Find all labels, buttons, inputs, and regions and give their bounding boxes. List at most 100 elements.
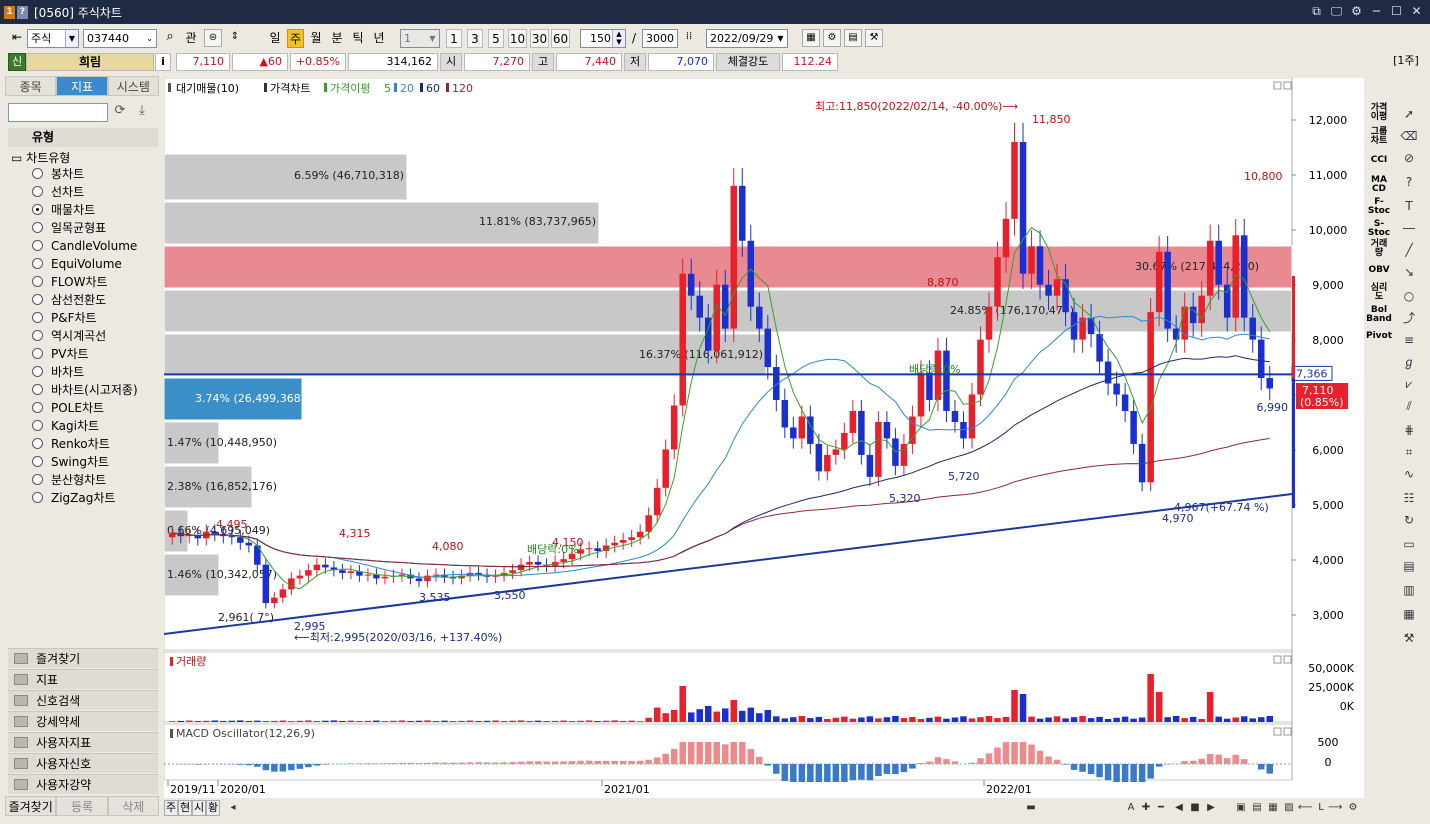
screen-icon[interactable]: 🖵 xyxy=(1329,3,1344,19)
panel-control-icon[interactable] xyxy=(1283,727,1292,736)
save-icon[interactable]: ▤ xyxy=(844,29,862,47)
shortcut-volume[interactable]: 거래 량 xyxy=(1366,240,1392,258)
wave-icon[interactable]: ∿ xyxy=(1398,464,1420,484)
chart-area[interactable]: 6.59% (46,710,318) 11.81% (83,737,965) 30.… xyxy=(163,77,1364,798)
indicator-group[interactable]: 사용자강약 xyxy=(8,774,158,794)
wrench-icon[interactable]: ⚒ xyxy=(1398,628,1420,648)
config-icon[interactable]: ⚙ xyxy=(823,29,841,47)
radio-icon[interactable] xyxy=(32,168,43,179)
chart-type-option[interactable]: ZigZag차트 xyxy=(32,490,115,507)
move-right-icon[interactable]: ⟶ xyxy=(1328,801,1342,815)
indicator-group[interactable]: 사용자지표 xyxy=(8,732,158,752)
cursor-icon[interactable]: ➚ xyxy=(1398,104,1420,124)
bottom-tab[interactable]: 주 xyxy=(164,800,178,816)
panel-control-icon[interactable] xyxy=(1273,81,1282,90)
delete-button[interactable]: 삭제 xyxy=(107,796,159,816)
related-button[interactable]: 관 xyxy=(182,29,200,48)
radio-icon[interactable] xyxy=(32,438,43,449)
prev-icon[interactable]: ◀ xyxy=(1172,801,1186,815)
chart-type-option[interactable]: EquiVolume xyxy=(32,256,122,273)
panel-control-icon[interactable] xyxy=(1283,81,1292,90)
radio-icon[interactable] xyxy=(32,204,43,215)
scroll-left-icon[interactable]: ◂ xyxy=(226,801,240,815)
chart-type-option[interactable]: 매물차트 xyxy=(32,202,95,219)
info-icon[interactable]: i xyxy=(155,53,171,71)
eraser-icon[interactable]: ⌫ xyxy=(1398,126,1420,146)
maximize-button[interactable]: ☐ xyxy=(1389,3,1404,19)
chart-type-option[interactable]: CandleVolume xyxy=(32,238,137,255)
document-icon[interactable]: ▤ xyxy=(1398,556,1420,576)
interval-select[interactable]: 1 ▼ xyxy=(400,29,440,48)
auto-icon[interactable]: ↻ xyxy=(1398,510,1420,530)
circle-icon[interactable]: ○ xyxy=(1398,286,1420,306)
radio-icon[interactable] xyxy=(32,330,43,341)
tab-system[interactable]: 시스템 xyxy=(107,76,159,96)
chart-type-option[interactable]: 바차트(시고저종) xyxy=(32,382,138,399)
refresh-icon[interactable]: ⟳ xyxy=(111,103,129,122)
indicator-group[interactable]: 신호검색 xyxy=(8,690,158,710)
fibo-icon[interactable]: ℊ xyxy=(1398,352,1420,372)
chart-type-option[interactable]: 봉차트 xyxy=(32,166,84,183)
radio-icon[interactable] xyxy=(32,222,43,233)
radio-icon[interactable] xyxy=(32,312,43,323)
period-year[interactable]: 년 xyxy=(371,29,387,48)
bottom-tab[interactable]: 시 xyxy=(192,800,206,816)
shortcut-cci[interactable]: CCI xyxy=(1366,156,1392,165)
grid-view-icon[interactable]: ▦ xyxy=(1266,801,1280,815)
radio-icon[interactable] xyxy=(32,258,43,269)
quick-1[interactable]: 1 xyxy=(446,29,462,48)
shortcut-obv[interactable]: OBV xyxy=(1366,266,1392,275)
quick-3[interactable]: 3 xyxy=(467,29,483,48)
chart-type-option[interactable]: 일목균형표 xyxy=(32,220,106,237)
stop-icon[interactable]: ■ xyxy=(1188,801,1202,815)
shortcut-sstoc[interactable]: S- Stoc xyxy=(1366,220,1392,238)
photo-icon[interactable]: ▨ xyxy=(1282,801,1296,815)
help-icon[interactable]: ? xyxy=(17,5,28,19)
indicator-search-input[interactable] xyxy=(8,103,108,122)
chart-type-option[interactable]: 바차트 xyxy=(32,364,84,381)
export-icon[interactable]: ▣ xyxy=(1234,801,1248,815)
reset-icon[interactable]: L xyxy=(1314,801,1328,815)
chart-type-option[interactable]: P&F차트 xyxy=(32,310,97,327)
radio-icon[interactable] xyxy=(32,474,43,485)
zoom-text-icon[interactable]: A xyxy=(1124,801,1138,815)
period-day[interactable]: 일 xyxy=(267,29,283,48)
chart-type-option[interactable]: 역시계곡선 xyxy=(32,328,106,345)
radio-icon[interactable] xyxy=(32,240,43,251)
text-tool-icon[interactable]: T xyxy=(1398,196,1420,216)
sync-icon[interactable]: ⊜ xyxy=(204,29,222,47)
shortcut-bollinger[interactable]: Bol Band xyxy=(1366,306,1392,324)
link-icon[interactable]: ⇤ xyxy=(8,29,26,47)
next-icon[interactable]: ▶ xyxy=(1204,801,1218,815)
radio-icon[interactable] xyxy=(32,492,43,503)
hline-icon[interactable]: ― xyxy=(1398,218,1420,238)
favorites-tab[interactable]: 즐겨찾기 xyxy=(5,796,57,816)
search-icon[interactable]: ⌕ xyxy=(161,29,179,47)
radio-icon[interactable] xyxy=(32,366,43,377)
arrow-line-icon[interactable]: ↘ xyxy=(1398,262,1420,282)
trendline-icon[interactable]: ╱ xyxy=(1398,240,1420,260)
chart-type-option[interactable]: PV차트 xyxy=(32,346,89,363)
shortcut-fstoc[interactable]: F- Stoc xyxy=(1366,198,1392,216)
tab-indicator[interactable]: 지표 xyxy=(56,76,108,96)
parallel-icon[interactable]: ≡ xyxy=(1398,330,1420,350)
date-input[interactable]: 2022/09/29 ▼ xyxy=(706,29,788,48)
move-left-icon[interactable]: ⟵ xyxy=(1298,801,1312,815)
indicator-group[interactable]: 강세약세 xyxy=(8,711,158,731)
indicator-group[interactable]: 사용자신호 xyxy=(8,753,158,773)
period-month[interactable]: 월 xyxy=(308,29,324,48)
pattern-icon[interactable]: ⤴ xyxy=(1398,308,1420,328)
erase-all-icon[interactable]: ⊘ xyxy=(1398,148,1420,168)
register-button[interactable]: 등록 xyxy=(56,796,108,816)
close-button[interactable]: ✕ xyxy=(1409,3,1424,19)
fan-icon[interactable]: ⩗ xyxy=(1398,374,1420,394)
radio-icon[interactable] xyxy=(32,402,43,413)
settings-icon[interactable]: ⚙ xyxy=(1349,3,1364,19)
indicator-group[interactable]: 지표 xyxy=(8,669,158,689)
shortcut-pivot[interactable]: Pivot xyxy=(1366,332,1392,341)
bottom-tab[interactable]: 황 xyxy=(206,800,220,816)
quick-5[interactable]: 5 xyxy=(488,29,504,48)
period-tick[interactable]: 틱 xyxy=(350,29,366,48)
panel-control-icon[interactable] xyxy=(1283,655,1292,664)
shortcut-group-chart[interactable]: 그룹 차트 xyxy=(1366,128,1392,146)
